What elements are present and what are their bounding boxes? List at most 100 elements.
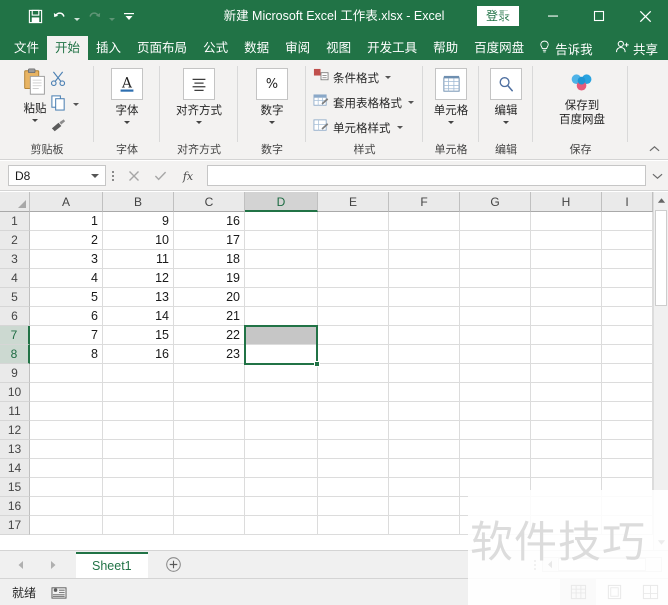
- accessibility-icon[interactable]: [50, 583, 68, 601]
- cell-C1[interactable]: 16: [174, 212, 245, 231]
- cell-D3[interactable]: [245, 250, 318, 269]
- cell-D2[interactable]: [245, 231, 318, 250]
- cell-G16[interactable]: [460, 497, 531, 516]
- cell-H5[interactable]: [531, 288, 602, 307]
- cell-I1[interactable]: [602, 212, 653, 231]
- cell-F4[interactable]: [389, 269, 460, 288]
- cell-G10[interactable]: [460, 383, 531, 402]
- row-header-7[interactable]: 7: [0, 326, 30, 345]
- cell-C3[interactable]: 18: [174, 250, 245, 269]
- cell-C4[interactable]: 19: [174, 269, 245, 288]
- cell-H3[interactable]: [531, 250, 602, 269]
- cell-G14[interactable]: [460, 459, 531, 478]
- cell-E12[interactable]: [318, 421, 389, 440]
- cell-F14[interactable]: [389, 459, 460, 478]
- collapse-ribbon-icon[interactable]: [646, 142, 662, 156]
- normal-view-icon[interactable]: [560, 578, 596, 605]
- column-header-b[interactable]: B: [103, 192, 174, 212]
- cell-F1[interactable]: [389, 212, 460, 231]
- spreadsheet-grid[interactable]: A B C D E F G H I 1 2 3 4 5 6 7 8 9 10 1…: [0, 192, 668, 550]
- cell-H16[interactable]: [531, 497, 602, 516]
- cell-I15[interactable]: [602, 478, 653, 497]
- cell-A3[interactable]: 3: [30, 250, 103, 269]
- column-header-i[interactable]: I: [602, 192, 653, 212]
- column-header-g[interactable]: G: [460, 192, 531, 212]
- cell-A16[interactable]: [30, 497, 103, 516]
- page-layout-view-icon[interactable]: [596, 579, 632, 605]
- close-icon[interactable]: [622, 0, 668, 32]
- cell-D1[interactable]: [245, 212, 318, 231]
- save-icon[interactable]: [24, 5, 46, 27]
- cell-I7[interactable]: [602, 326, 653, 345]
- maximize-icon[interactable]: [576, 0, 622, 32]
- cell-C9[interactable]: [174, 364, 245, 383]
- cell-H13[interactable]: [531, 440, 602, 459]
- format-as-table-button[interactable]: 套用表格格式: [313, 93, 414, 112]
- cell-H17[interactable]: [531, 516, 602, 535]
- cell-D15[interactable]: [245, 478, 318, 497]
- cell-E3[interactable]: [318, 250, 389, 269]
- number-button[interactable]: % 数字: [245, 68, 299, 124]
- cell-B14[interactable]: [103, 459, 174, 478]
- cell-F7[interactable]: [389, 326, 460, 345]
- cell-F15[interactable]: [389, 478, 460, 497]
- undo-icon[interactable]: [48, 5, 70, 27]
- cell-styles-caret[interactable]: [396, 126, 403, 129]
- cell-D17[interactable]: [245, 516, 318, 535]
- cell-A10[interactable]: [30, 383, 103, 402]
- tab-developer[interactable]: 开发工具: [359, 36, 425, 60]
- name-box[interactable]: D8: [8, 165, 106, 186]
- cell-A4[interactable]: 4: [30, 269, 103, 288]
- cell-E11[interactable]: [318, 402, 389, 421]
- cell-I16[interactable]: [602, 497, 653, 516]
- cells-button[interactable]: 单元格: [424, 68, 478, 124]
- cell-G1[interactable]: [460, 212, 531, 231]
- cell-D5[interactable]: [245, 288, 318, 307]
- row-header-13[interactable]: 13: [0, 440, 30, 459]
- row-header-16[interactable]: 16: [0, 497, 30, 516]
- cell-B12[interactable]: [103, 421, 174, 440]
- cell-C10[interactable]: [174, 383, 245, 402]
- tab-data[interactable]: 数据: [236, 36, 277, 60]
- cell-B10[interactable]: [103, 383, 174, 402]
- number-dropdown-caret[interactable]: [269, 121, 275, 124]
- cell-A8[interactable]: 8: [30, 345, 103, 364]
- tell-me-box[interactable]: 告诉我: [532, 36, 599, 60]
- save-to-baidu-netdisk-button[interactable]: 保存到 百度网盘: [553, 66, 611, 127]
- column-header-d[interactable]: D: [245, 192, 318, 212]
- row-header-15[interactable]: 15: [0, 478, 30, 497]
- select-all-corner[interactable]: [0, 192, 30, 212]
- cell-D13[interactable]: [245, 440, 318, 459]
- cell-B3[interactable]: 11: [103, 250, 174, 269]
- cell-D14[interactable]: [245, 459, 318, 478]
- cell-I14[interactable]: [602, 459, 653, 478]
- cell-D12[interactable]: [245, 421, 318, 440]
- cell-A11[interactable]: [30, 402, 103, 421]
- row-header-1[interactable]: 1: [0, 212, 30, 231]
- cell-G17[interactable]: [460, 516, 531, 535]
- cell-G9[interactable]: [460, 364, 531, 383]
- cell-E8[interactable]: [318, 345, 389, 364]
- cell-C14[interactable]: [174, 459, 245, 478]
- alignment-button[interactable]: 对齐方式: [172, 68, 226, 124]
- cell-B1[interactable]: 9: [103, 212, 174, 231]
- cell-F13[interactable]: [389, 440, 460, 459]
- cell-G11[interactable]: [460, 402, 531, 421]
- alignment-dropdown-caret[interactable]: [196, 121, 202, 124]
- cell-E9[interactable]: [318, 364, 389, 383]
- cell-F12[interactable]: [389, 421, 460, 440]
- cell-E15[interactable]: [318, 478, 389, 497]
- cell-B2[interactable]: 10: [103, 231, 174, 250]
- column-header-e[interactable]: E: [318, 192, 389, 212]
- cell-A15[interactable]: [30, 478, 103, 497]
- next-sheet-icon[interactable]: [46, 556, 60, 574]
- tab-review[interactable]: 审阅: [277, 36, 318, 60]
- cut-button[interactable]: [50, 70, 67, 90]
- horizontal-scrollbar[interactable]: [542, 557, 662, 572]
- cell-F2[interactable]: [389, 231, 460, 250]
- share-button[interactable]: 共享: [609, 36, 668, 60]
- row-header-5[interactable]: 5: [0, 288, 30, 307]
- insert-function-icon[interactable]: fx: [174, 165, 201, 187]
- cell-I17[interactable]: [602, 516, 653, 535]
- cell-D10[interactable]: [245, 383, 318, 402]
